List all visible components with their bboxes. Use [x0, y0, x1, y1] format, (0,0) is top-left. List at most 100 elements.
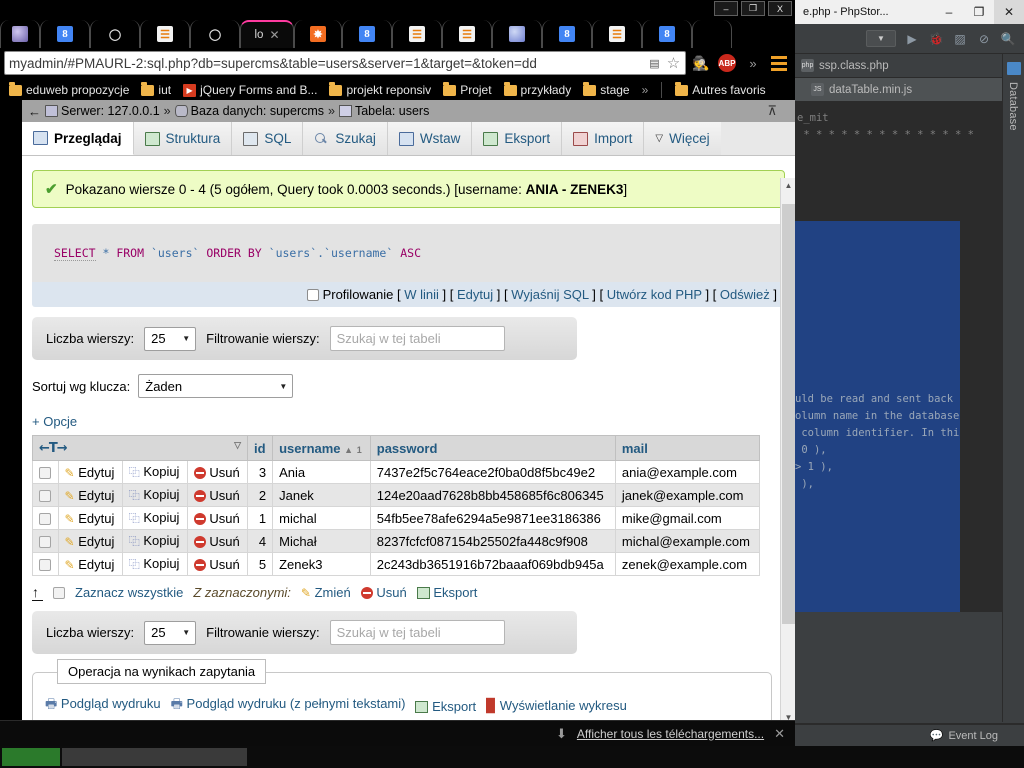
tab-sql[interactable]: SQL [232, 122, 304, 155]
browser-tab[interactable]: 8 [342, 20, 392, 48]
search-everywhere-icon[interactable]: 🔍 [1000, 31, 1016, 47]
phpstorm-restore-button[interactable]: ❐ [964, 0, 994, 24]
tab-import[interactable]: Import [562, 122, 645, 155]
row-edit-cell[interactable]: ✎ Edytuj [57, 552, 123, 576]
bookmark-star-icon[interactable]: ☆ [666, 55, 681, 72]
adblock-icon[interactable]: ABP [716, 52, 738, 74]
row-edit-cell[interactable]: ✎ Edytuj [57, 460, 123, 484]
bookmarks-overflow-chevron-icon[interactable]: » [637, 82, 654, 98]
browser-new-tab-button[interactable] [692, 20, 732, 48]
row-checkbox[interactable] [39, 489, 51, 502]
phpstorm-minimize-button[interactable]: – [934, 0, 964, 24]
editor-tab-ssp-class-php[interactable]: php ssp.class.php ✕ [795, 54, 1024, 78]
copy-link[interactable]: Kopiuj [143, 533, 179, 548]
edit-link[interactable]: Edytuj [78, 557, 114, 572]
browser-close-button[interactable]: X [768, 1, 792, 16]
delete-link[interactable]: Usuń [209, 511, 239, 526]
bookmark-item[interactable]: projekt reponsiv [324, 82, 436, 98]
tab-struktura[interactable]: Struktura [133, 122, 233, 155]
row-delete-cell[interactable]: Usuń [186, 552, 249, 576]
row-delete-cell[interactable]: Usuń [186, 506, 249, 530]
table-row[interactable]: ✎ Edytuj ⿻ Kopiuj Usuń 4 Michał 8237fcfc… [32, 529, 761, 553]
row-select-cell[interactable] [32, 460, 59, 484]
sort-by-key-select[interactable]: Żaden ▼ [138, 374, 294, 398]
link-w-linii[interactable]: W linii [404, 287, 439, 302]
th-mail[interactable]: mail [614, 435, 761, 461]
bookmark-item[interactable]: Projet [438, 82, 496, 98]
breadcrumb-server[interactable]: Serwer: 127.0.0.1 [45, 104, 160, 118]
row-edit-cell[interactable]: ✎ Edytuj [57, 529, 123, 553]
browser-maximize-button[interactable]: ❐ [741, 1, 765, 16]
options-toggle-link[interactable]: + Opcje [32, 414, 785, 429]
browser-tab[interactable]: ☰ [442, 20, 492, 48]
editor-tab-datatable-min-js[interactable]: JS dataTable.min.js ✕ [795, 78, 1024, 102]
tab-szukaj[interactable]: Szukaj [303, 122, 388, 155]
scroll-up-arrow-icon[interactable]: ▲ [781, 178, 795, 193]
breadcrumb-table[interactable]: Tabela: users [338, 104, 429, 118]
row-select-cell[interactable] [32, 506, 59, 530]
bookmark-item[interactable]: eduweb propozycje [4, 82, 134, 98]
rows-count-select[interactable]: 25 ▼ [144, 620, 197, 645]
row-copy-cell[interactable]: ⿻ Kopiuj [121, 529, 188, 553]
page-actions-icon[interactable]: ▤ [647, 56, 662, 71]
link-wyjasnij-sql[interactable]: Wyjaśnij SQL [511, 287, 588, 302]
other-bookmarks-item[interactable]: Autres favoris [670, 82, 770, 98]
row-copy-cell[interactable]: ⿻ Kopiuj [121, 506, 188, 530]
phpstorm-editor[interactable]: e_mit * * * * * * * * * * * * * * uld be… [795, 102, 1024, 612]
menu-hamburger-icon[interactable] [768, 52, 790, 74]
page-scrollbar-thumb[interactable] [782, 204, 795, 624]
taskbar-item[interactable] [62, 748, 247, 766]
bulk-delete-action[interactable]: Usuń [360, 585, 407, 600]
breadcrumb-database[interactable]: Baza danych: supercms [174, 104, 324, 118]
row-select-cell[interactable] [32, 552, 59, 576]
row-copy-cell[interactable]: ⿻ Kopiuj [121, 552, 188, 576]
debug-icon[interactable]: 🐞 [928, 31, 944, 47]
th-id[interactable]: id [247, 435, 274, 461]
tool-window-database[interactable]: Database [1007, 82, 1019, 131]
stop-icon[interactable]: ⊘ [976, 31, 992, 47]
overflow-chevron-icon[interactable]: » [742, 52, 764, 74]
profiling-checkbox[interactable] [306, 289, 319, 301]
filter-rows-input[interactable] [329, 620, 505, 645]
taskbar-item[interactable] [2, 748, 60, 766]
bookmark-item[interactable]: przykłady [499, 82, 577, 98]
link-edytuj[interactable]: Edytuj [457, 287, 493, 302]
bookmark-item[interactable]: ▶ jQuery Forms and B... [178, 82, 322, 98]
tab-eksport[interactable]: Eksport [472, 122, 563, 155]
row-copy-cell[interactable]: ⿻ Kopiuj [121, 483, 188, 507]
browser-tab[interactable]: 8 [40, 20, 90, 48]
link-odswiez[interactable]: Odśwież [720, 287, 770, 302]
th-username[interactable]: username ▲ 1 [272, 435, 371, 461]
phpstorm-event-log-bar[interactable]: 💬 Event Log [795, 724, 1024, 746]
copy-link[interactable]: Kopiuj [143, 510, 179, 525]
run-icon[interactable]: ▶ [904, 31, 920, 47]
close-icon[interactable]: ✕ [774, 726, 785, 742]
export-action[interactable]: Eksport [415, 699, 476, 714]
delete-link[interactable]: Usuń [209, 534, 239, 549]
print-preview-action[interactable]: 🖶 Podgląd wydruku [45, 695, 161, 717]
select-all-checkbox[interactable] [53, 586, 65, 599]
browser-tab[interactable]: ☰ [392, 20, 442, 48]
bookmark-item[interactable]: stage [578, 82, 634, 98]
bulk-export-action[interactable]: Eksport [416, 585, 477, 600]
browser-tab[interactable]: ✸ [294, 20, 342, 48]
edit-link[interactable]: Edytuj [78, 488, 114, 503]
coverage-icon[interactable]: ▨ [952, 31, 968, 47]
bulk-change-action[interactable]: ✎ Zmień [301, 585, 351, 600]
row-checkbox[interactable] [39, 512, 51, 525]
browser-tab[interactable]: ◯ [90, 20, 140, 48]
tab-wiecej[interactable]: ▽ Więcej [644, 122, 721, 155]
row-checkbox[interactable] [39, 558, 51, 571]
rows-count-select[interactable]: 25 ▼ [144, 326, 197, 351]
edit-link[interactable]: Edytuj [78, 465, 114, 480]
column-filter-icon[interactable]: ←T→ [39, 441, 68, 456]
row-edit-cell[interactable]: ✎ Edytuj [57, 483, 123, 507]
row-edit-cell[interactable]: ✎ Edytuj [57, 506, 123, 530]
close-icon[interactable]: ✕ [269, 28, 279, 42]
collapse-icon[interactable]: ⊼ [767, 103, 777, 119]
link-utworz-kod-php[interactable]: Utwórz kod PHP [607, 287, 702, 302]
edit-link[interactable]: Edytuj [78, 534, 114, 549]
tab-przegladaj[interactable]: Przeglądaj [22, 122, 134, 155]
tab-wstaw[interactable]: Wstaw [387, 122, 473, 155]
filter-rows-input[interactable] [329, 326, 505, 351]
